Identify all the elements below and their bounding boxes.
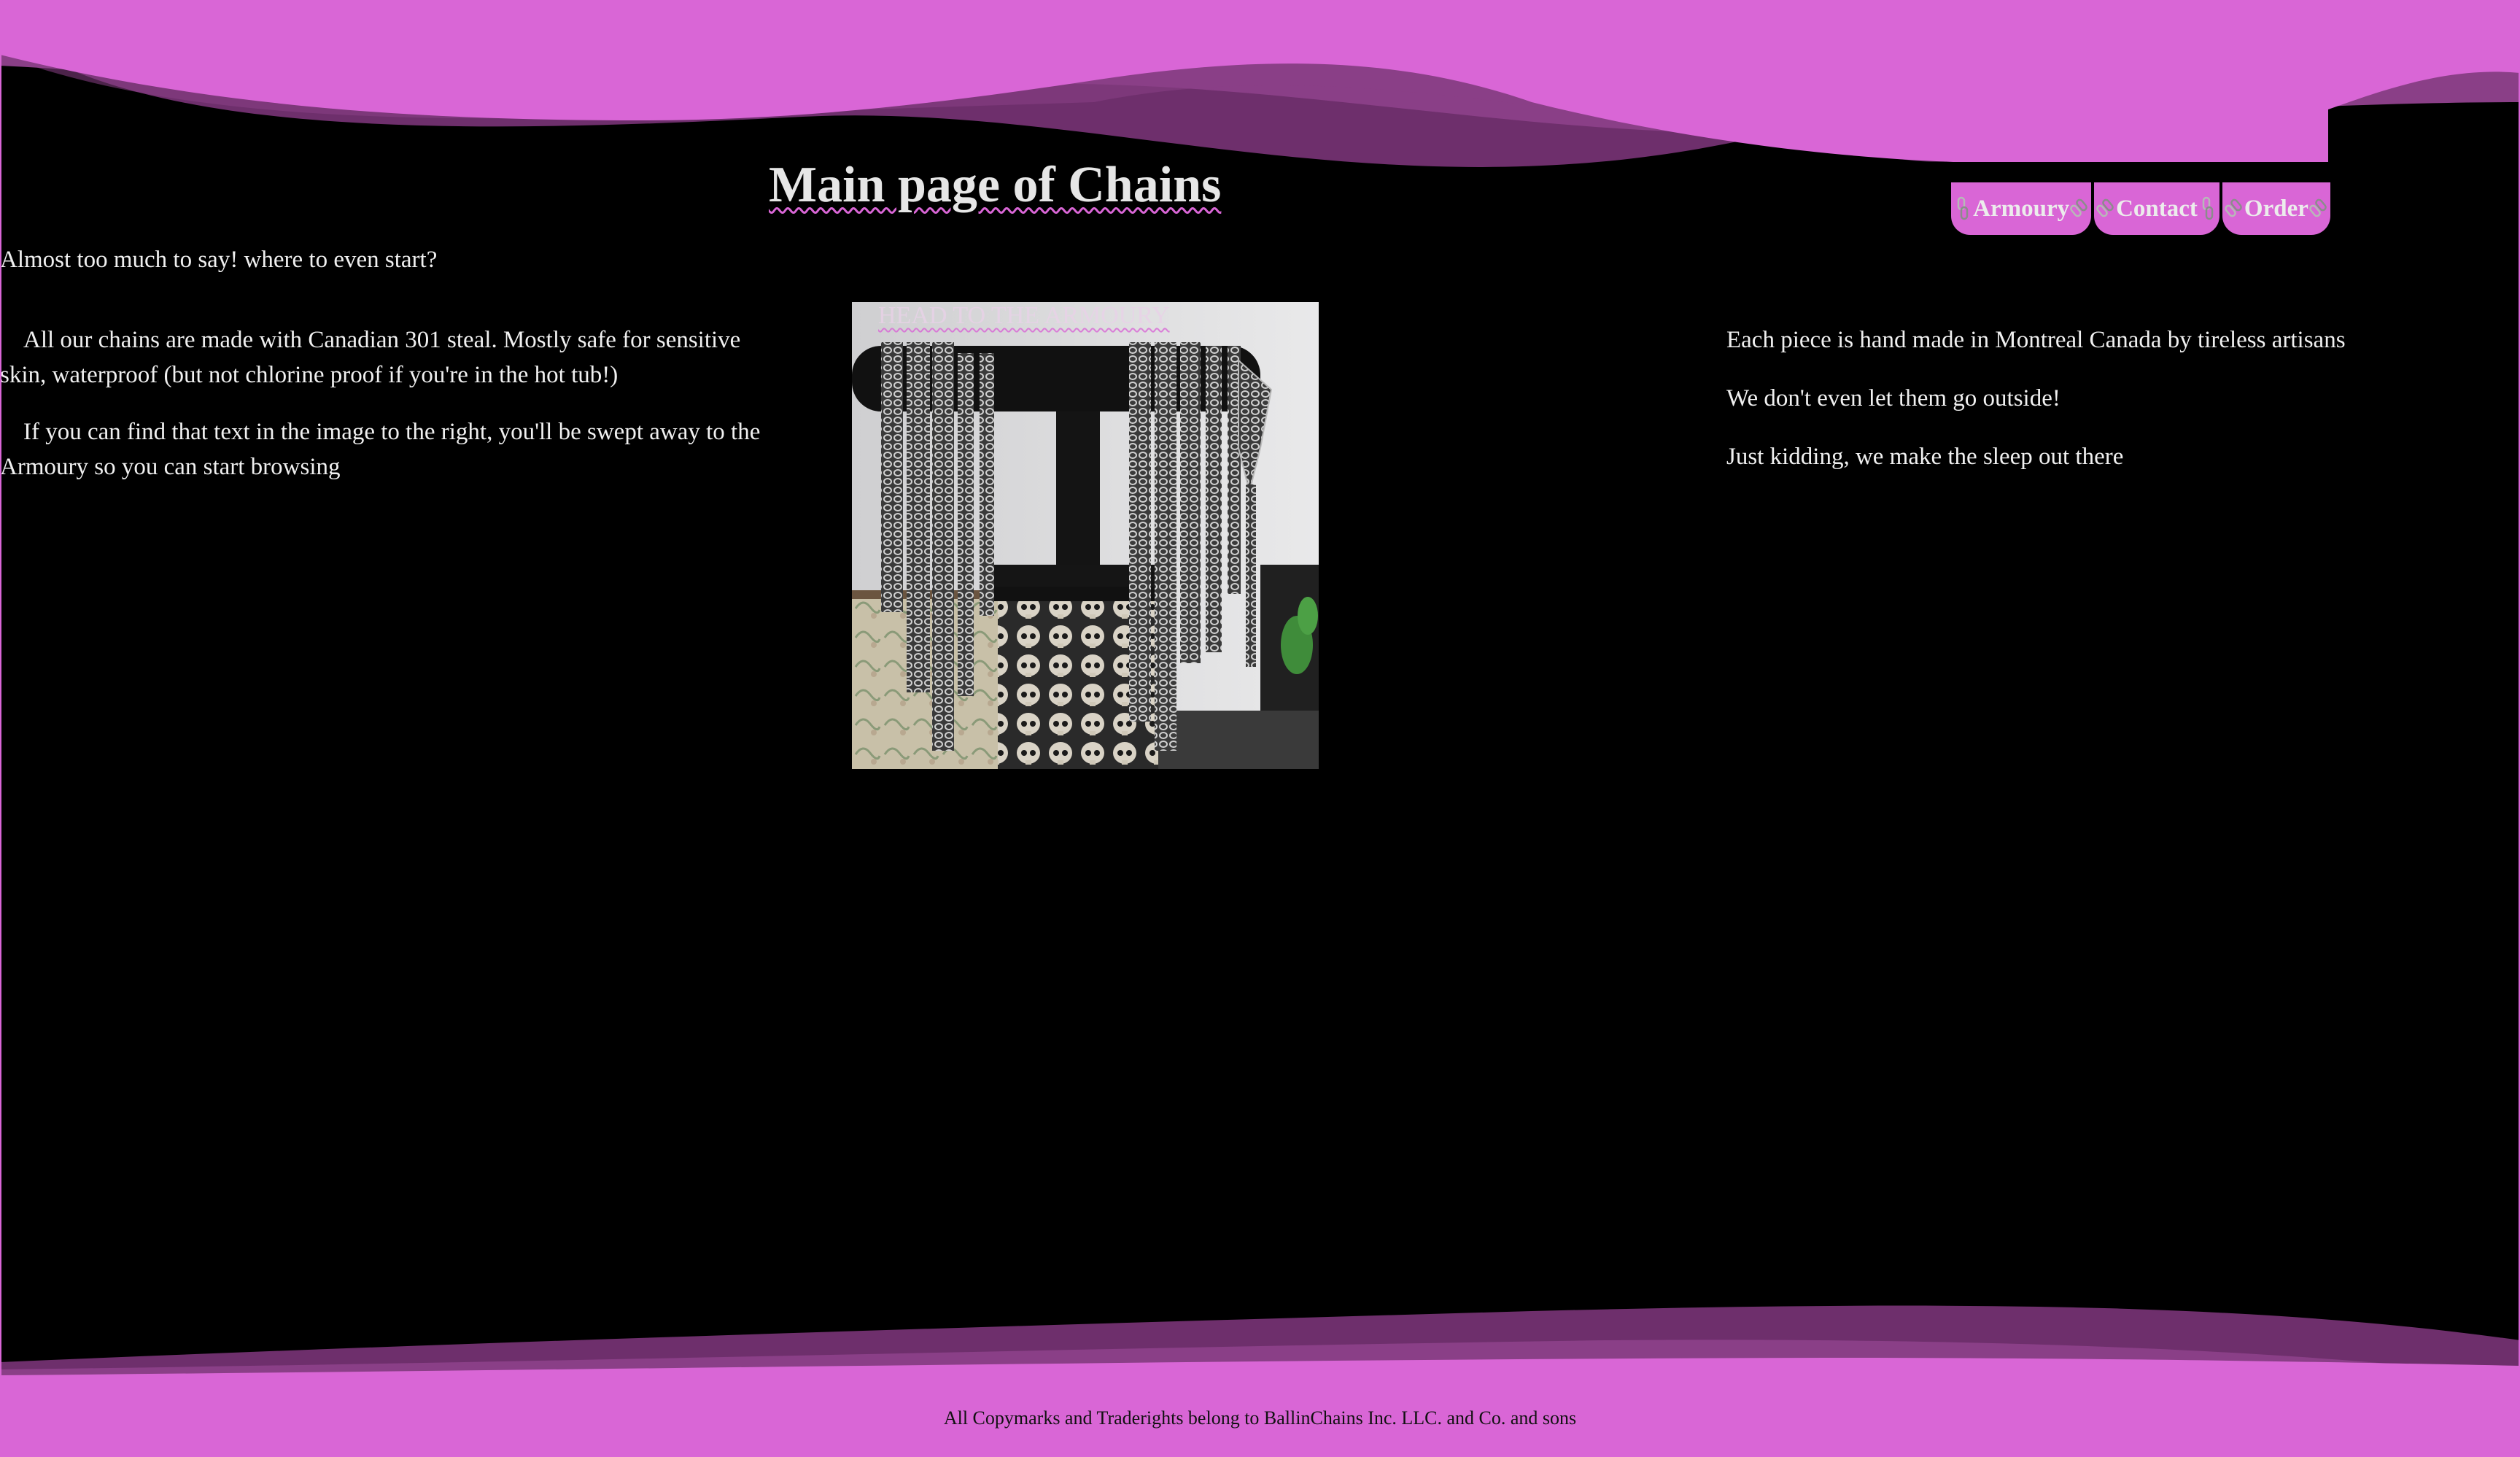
paragraph-steel-info: All our chains are made with Canadian 30…	[0, 327, 741, 388]
paragraph-kidding: Just kidding, we make the sleep out ther…	[1726, 444, 2124, 470]
nav-tab-contact[interactable]: Contact	[2094, 182, 2219, 235]
armoury-image-link[interactable]: HEAD TO THE ARMOURY	[852, 302, 1319, 769]
nav-tab-armoury[interactable]: Armoury	[1951, 182, 2092, 235]
nav-tab-order[interactable]: Order	[2222, 182, 2330, 235]
footer-copyright: All Copymarks and Traderights belong to …	[943, 1407, 1577, 1429]
nav-link-contact[interactable]: Contact	[2116, 196, 2198, 223]
chain-icon	[2202, 196, 2214, 220]
chain-icon	[2309, 198, 2327, 217]
chain-icon	[1957, 196, 1969, 220]
paragraph-armoury-hint: If you can find that text in the image t…	[0, 419, 761, 480]
right-column: Each piece is hand made in Montreal Cana…	[1726, 322, 2500, 498]
header-wave-decoration	[0, 0, 2520, 167]
paragraph-handmade: Each piece is hand made in Montreal Cana…	[1726, 327, 2346, 353]
chain-display-photo	[852, 302, 1319, 769]
chain-icon	[2225, 198, 2242, 217]
chain-icon	[2096, 198, 2114, 217]
paragraph-outside: We don't even let them go outside!	[1726, 385, 2060, 411]
main-nav: Armoury Contact Order	[1951, 182, 2330, 235]
intro-text: Almost too much to say! where to even st…	[0, 247, 438, 273]
footer-wave-decoration	[0, 1305, 2520, 1457]
chain-icon	[2070, 198, 2087, 217]
page: Main page of Chains Armoury Contact Orde…	[0, 0, 2520, 1457]
armoury-hidden-link-text[interactable]: HEAD TO THE ARMOURY	[878, 302, 1170, 330]
nav-link-order[interactable]: Order	[2244, 196, 2308, 223]
nav-link-armoury[interactable]: Armoury	[1973, 196, 2069, 223]
left-column: All our chains are made with Canadian 30…	[0, 322, 788, 506]
page-title: Main page of Chains	[769, 157, 1222, 213]
